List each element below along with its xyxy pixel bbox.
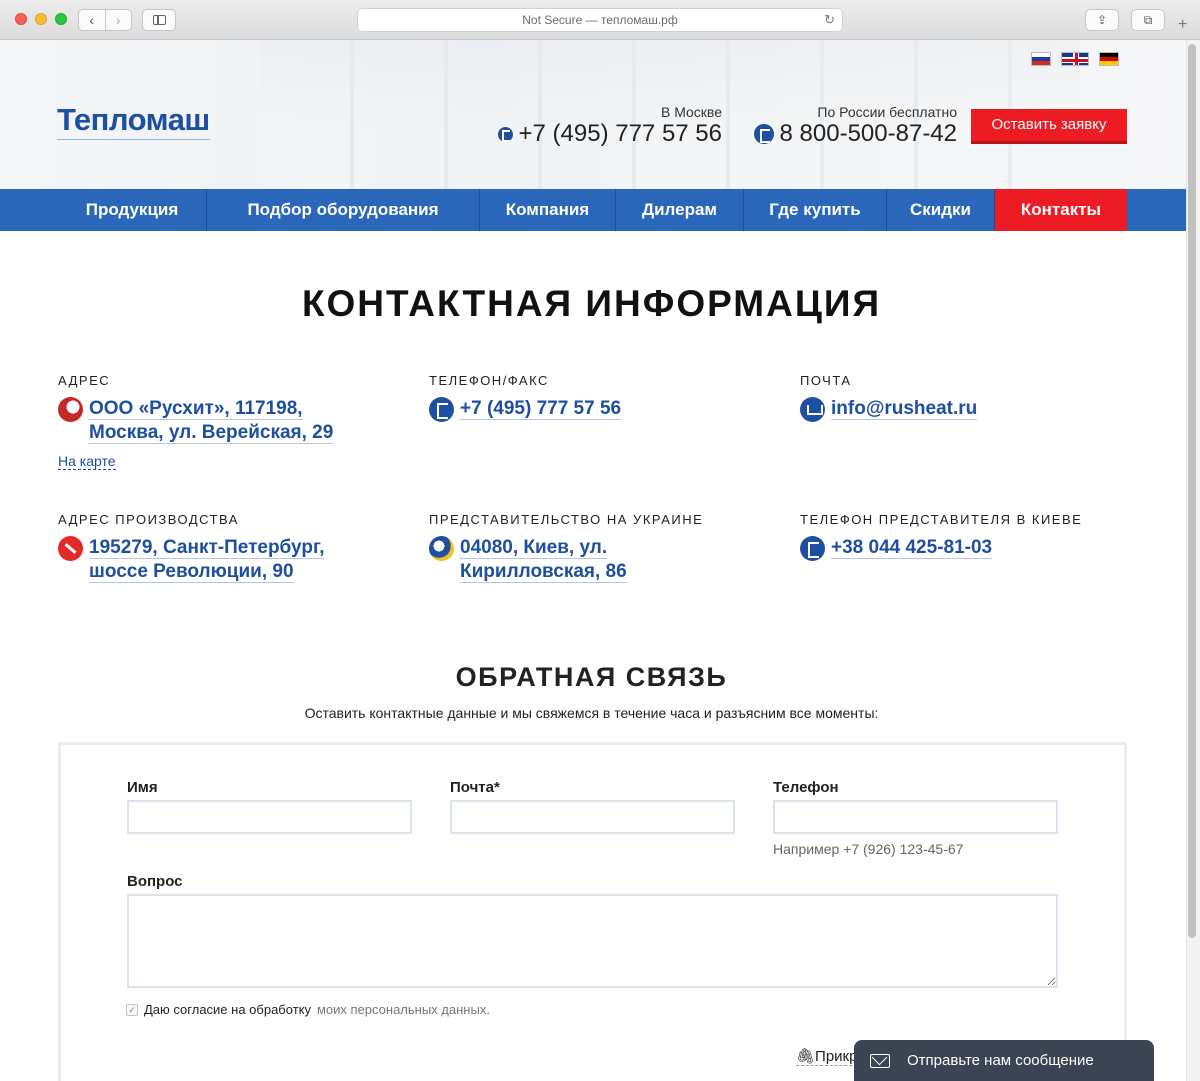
production-line-2[interactable]: шоссе Революции, 90 — [89, 561, 294, 583]
nav-item-discounts[interactable]: Скидки — [887, 189, 995, 231]
nav-item-where-to-buy[interactable]: Где купить — [744, 189, 887, 231]
consent-text-prefix: Даю согласие на обработку — [144, 1002, 311, 1017]
address-line-1[interactable]: ООО «Русхит», 117198, — [89, 398, 303, 420]
moscow-phone-block: В Москве +7 (495) 777 57 56 — [480, 104, 722, 148]
page-title: КОНТАКТНАЯ ИНФОРМАЦИЯ — [301, 283, 882, 324]
reload-icon[interactable]: ↻ — [824, 9, 835, 31]
moscow-emblem-icon — [58, 397, 83, 422]
contact-label: ПРЕДСТАВИТЕЛЬСТВО НА УКРАИНЕ — [429, 512, 704, 527]
email-label: Почта* — [450, 779, 500, 796]
nav-item-products[interactable]: Продукция — [58, 189, 207, 231]
paperclip-icon: 🖇 — [796, 1048, 816, 1065]
nav-item-equipment-selection[interactable]: Подбор оборудования — [207, 189, 480, 231]
ukraine-line-1[interactable]: 04080, Киев, ул. — [460, 537, 608, 559]
phone-hint: Например +7 (926) 123-45-67 — [773, 841, 964, 857]
url-text: Not Secure — тепломаш.рф — [522, 13, 678, 27]
ukraine-line-2[interactable]: Кирилловская, 86 — [460, 561, 627, 583]
attach-file-link[interactable]: 🖇Прикр — [796, 1047, 858, 1066]
feedback-title: ОБРАТНАЯ СВЯЗЬ — [455, 662, 728, 692]
moscow-phone-number[interactable]: +7 (495) 777 57 56 — [519, 120, 723, 148]
phone-fax-value[interactable]: +7 (495) 777 57 56 — [460, 398, 622, 420]
sidebar-icon — [153, 15, 166, 25]
russia-phone-number[interactable]: 8 800-500-87-42 — [780, 120, 957, 148]
contact-label: ТЕЛЕФОН/ФАКС — [429, 373, 549, 388]
name-input[interactable] — [127, 800, 412, 834]
question-textarea[interactable] — [127, 894, 1058, 988]
share-button[interactable]: ⇪ — [1085, 9, 1119, 31]
minimize-window-button[interactable] — [35, 13, 47, 25]
nav-item-company[interactable]: Компания — [480, 189, 616, 231]
scrollbar-thumb[interactable] — [1188, 44, 1196, 938]
english-flag-icon[interactable] — [1061, 52, 1089, 66]
browser-toolbar: ‹ › Not Secure — тепломаш.рф ↻ ⇪ ⧉ + — [0, 0, 1200, 40]
phone-icon — [497, 126, 513, 142]
contact-production: АДРЕС ПРОИЗВОДСТВА 195279, Санкт-Петербу… — [58, 512, 388, 584]
back-button[interactable]: ‹ — [79, 10, 105, 30]
russia-phone-block: По России бесплатно 8 800-500-87-42 — [745, 104, 957, 148]
tab-overview-button[interactable]: ⧉ — [1131, 9, 1165, 31]
consent-checkbox[interactable]: ✓ — [126, 1003, 138, 1016]
phone-icon — [800, 536, 825, 561]
contact-kiev-phone: ТЕЛЕФОН ПРЕДСТАВИТЕЛЯ В КИЕВЕ +38 044 42… — [800, 512, 1130, 561]
name-label: Имя — [127, 779, 158, 796]
phone-icon — [429, 397, 454, 422]
contact-mail: ПОЧТА info@rusheat.ru — [800, 373, 1130, 422]
russia-phone-caption: По России бесплатно — [817, 104, 957, 120]
production-line-1[interactable]: 195279, Санкт-Петербург, — [89, 537, 325, 559]
contact-ukraine: ПРЕДСТАВИТЕЛЬСТВО НА УКРАИНЕ 04080, Киев… — [429, 512, 759, 584]
mail-icon — [800, 397, 825, 422]
history-nav: ‹ › — [78, 9, 132, 31]
sidebar-toggle-button[interactable] — [142, 9, 176, 31]
phone-icon — [753, 124, 774, 144]
german-flag-icon[interactable] — [1099, 52, 1119, 66]
contact-label: АДРЕС — [58, 373, 111, 388]
phone-label: Телефон — [773, 779, 839, 796]
nav-item-dealers[interactable]: Дилерам — [616, 189, 744, 231]
russian-flag-icon[interactable] — [1031, 52, 1051, 66]
contact-label: АДРЕС ПРОИЗВОДСТВА — [58, 512, 239, 527]
contact-label: ПОЧТА — [800, 373, 852, 388]
address-bar[interactable]: Not Secure — тепломаш.рф ↻ — [357, 8, 843, 32]
question-label: Вопрос — [127, 873, 183, 890]
envelope-icon — [870, 1053, 890, 1068]
consent-row: ✓ Даю согласие на обработку моих персона… — [126, 1002, 490, 1017]
phone-input[interactable] — [773, 800, 1058, 834]
production-emblem-icon — [58, 536, 83, 561]
email-link[interactable]: info@rusheat.ru — [831, 398, 978, 420]
contact-phone-fax: ТЕЛЕФОН/ФАКС +7 (495) 777 57 56 — [429, 373, 759, 422]
kiev-phone-value[interactable]: +38 044 425-81-03 — [831, 537, 993, 559]
forward-button[interactable]: › — [104, 10, 132, 30]
chat-widget[interactable]: Отправьте нам сообщение — [854, 1040, 1154, 1081]
address-line-2[interactable]: Москва, ул. Верейская, 29 — [89, 422, 334, 444]
attach-label: Прикр — [815, 1048, 858, 1065]
main-navigation: Продукция Подбор оборудования Компания Д… — [0, 189, 1200, 231]
close-window-button[interactable] — [15, 13, 27, 25]
kiev-emblem-icon — [429, 536, 454, 561]
email-input[interactable] — [450, 800, 735, 834]
contact-address: АДРЕС ООО «Русхит», 117198, Москва, ул. В… — [58, 373, 388, 471]
contact-label: ТЕЛЕФОН ПРЕДСТАВИТЕЛЯ В КИЕВЕ — [800, 512, 1083, 527]
request-button[interactable]: Оставить заявку — [971, 109, 1127, 144]
consent-text-suffix: моих персональных данных. — [316, 1002, 490, 1017]
zoom-window-button[interactable] — [55, 13, 67, 25]
nav-item-contacts[interactable]: Контакты — [995, 189, 1127, 231]
language-switcher — [1031, 52, 1119, 66]
consent-link[interactable]: Даю согласие на обработку — [144, 1002, 311, 1017]
chat-label: Отправьте нам сообщение — [907, 1052, 1094, 1069]
site-logo[interactable]: Тепломаш — [57, 102, 210, 140]
moscow-phone-caption: В Москве — [660, 104, 722, 120]
feedback-subtitle: Оставить контактные данные и мы свяжемся… — [304, 705, 879, 721]
site-header: Тепломаш В Москве +7 (495) 777 57 56 По … — [0, 40, 1200, 189]
new-tab-button[interactable]: + — [1178, 16, 1187, 34]
map-link[interactable]: На карте — [58, 453, 116, 470]
